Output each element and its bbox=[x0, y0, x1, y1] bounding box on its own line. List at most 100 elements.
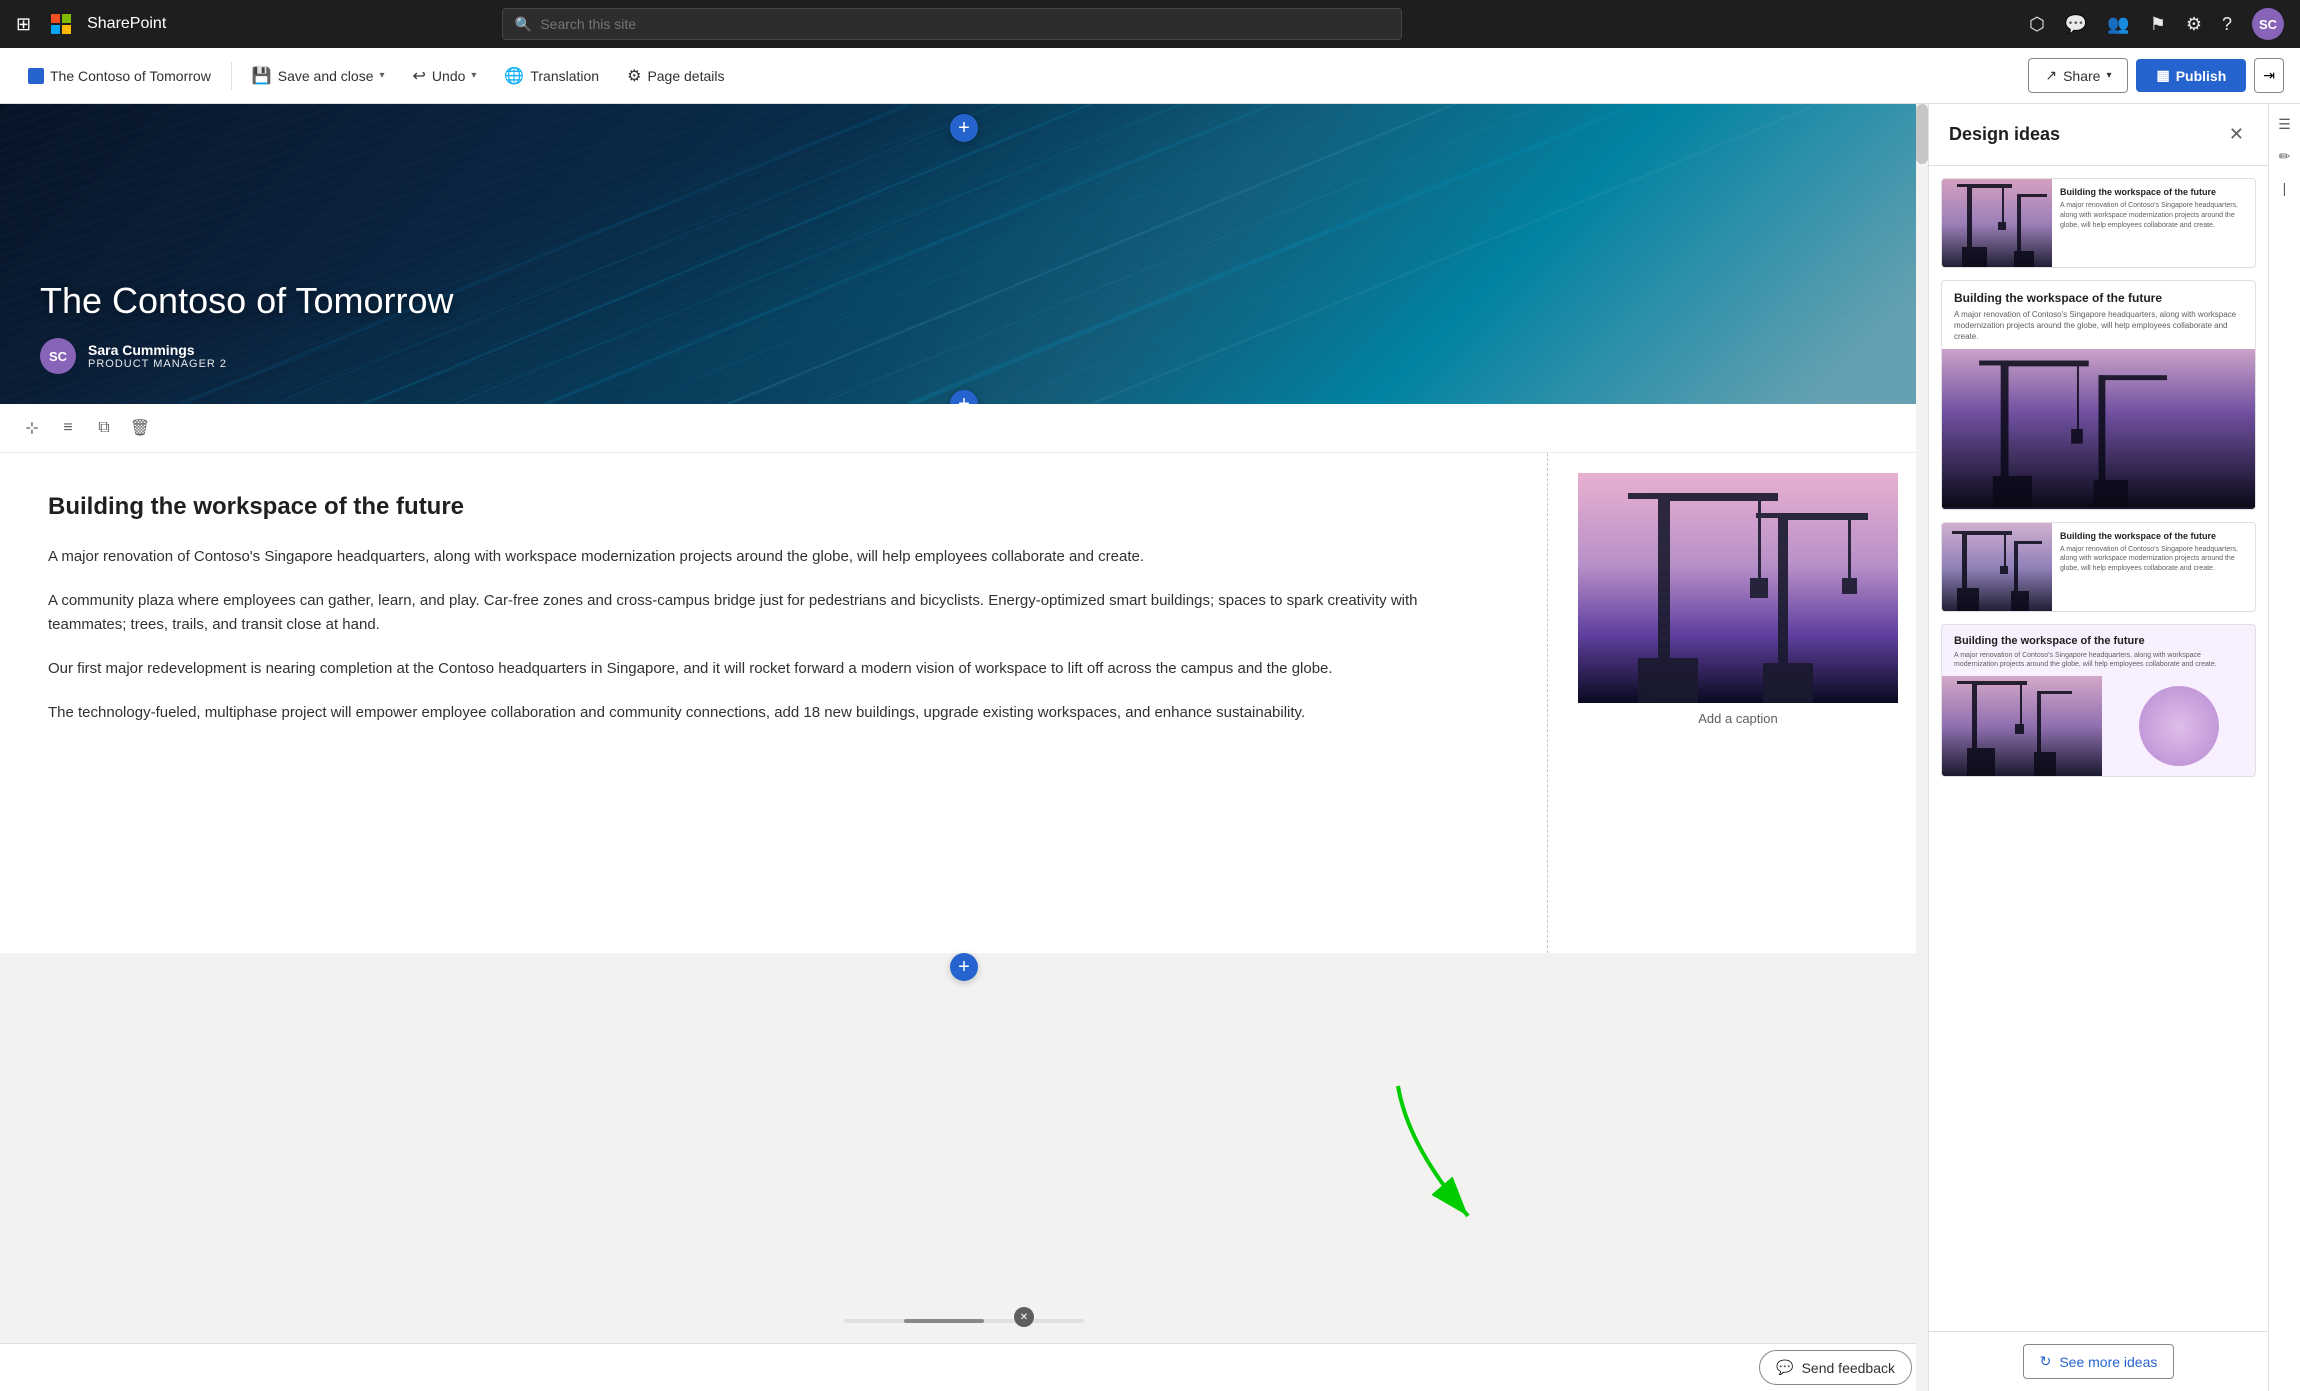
see-more-ideas-button[interactable]: ↻ See more ideas bbox=[2023, 1344, 2175, 1379]
design-idea-card-4[interactable]: Building the workspace of the future A m… bbox=[1941, 624, 2256, 778]
translation-icon: 🌐 bbox=[504, 66, 524, 86]
design-ideas-panel: Design ideas ✕ bbox=[1928, 104, 2268, 1391]
page-details-button[interactable]: ⚙ Page details bbox=[615, 60, 736, 92]
collapse-button[interactable]: ⇥ bbox=[2254, 58, 2284, 93]
sharepoint-brand: SharePoint bbox=[87, 15, 166, 33]
top-navigation: ⊞ SharePoint 🔍 ⬡ 💬 👥 ⚑ ⚙ ? SC bbox=[0, 0, 2300, 48]
toolbar-right: ↗ Share ▾ ▦ Publish ⇥ bbox=[2028, 58, 2284, 93]
content-paragraph-2: A community plaza where employees can ga… bbox=[48, 589, 1499, 637]
edit-tool-button[interactable]: ≡ bbox=[52, 412, 84, 444]
feedback-chat-icon: 💬 bbox=[1776, 1359, 1793, 1376]
design-panel-body[interactable]: Building the workspace of the future A m… bbox=[1929, 166, 2268, 1331]
design-idea-card-3[interactable]: Building the workspace of the future A m… bbox=[1941, 522, 2256, 612]
scroll-close-button[interactable]: ✕ bbox=[1014, 1307, 1034, 1327]
publish-grid-icon: ▦ bbox=[2156, 67, 2169, 84]
card4-bottom bbox=[1942, 676, 2255, 776]
strip-menu-icon[interactable]: ☰ bbox=[2273, 112, 2297, 136]
duplicate-tool-button[interactable]: ⧉ bbox=[88, 412, 120, 444]
card4-title: Building the workspace of the future bbox=[1954, 635, 2243, 647]
collapse-icon: ⇥ bbox=[2263, 67, 2275, 83]
main-area: + The Contoso of Tomorrow SC Sara Cummin… bbox=[0, 104, 2300, 1391]
nav-actions: ⬡ 💬 👥 ⚑ ⚙ ? SC bbox=[2029, 8, 2284, 40]
content-title: Building the workspace of the future bbox=[48, 493, 1499, 521]
content-paragraph-4: The technology-fueled, multiphase projec… bbox=[48, 701, 1499, 725]
share-caret: ▾ bbox=[2106, 70, 2111, 81]
design-idea-card-1[interactable]: Building the workspace of the future A m… bbox=[1941, 178, 2256, 268]
card1-image bbox=[1942, 179, 2052, 267]
card1-text: Building the workspace of the future A m… bbox=[2052, 179, 2255, 267]
page-editor[interactable]: + The Contoso of Tomorrow SC Sara Cummin… bbox=[0, 104, 1928, 1391]
search-input[interactable] bbox=[540, 16, 1389, 32]
strip-highlight-icon[interactable]: | bbox=[2273, 176, 2297, 200]
apps-grid-icon[interactable]: ⊞ bbox=[16, 14, 31, 35]
page-title-label: The Contoso of Tomorrow bbox=[50, 68, 211, 84]
scroll-thumb bbox=[904, 1319, 984, 1323]
share-people-icon[interactable]: 👥 bbox=[2107, 14, 2129, 35]
content-right: Add a caption bbox=[1548, 453, 1928, 953]
flag-icon[interactable]: ⚑ bbox=[2150, 14, 2166, 35]
feedback-icon[interactable]: 💬 bbox=[2065, 14, 2087, 35]
refresh-icon: ↻ bbox=[2040, 1353, 2052, 1370]
content-image bbox=[1578, 473, 1898, 703]
card3-body: A major renovation of Contoso's Singapor… bbox=[2060, 545, 2247, 574]
card1-title: Building the workspace of the future bbox=[2060, 187, 2247, 197]
card3-image bbox=[1942, 523, 2052, 611]
section-toolbar: ⊹ ≡ ⧉ 🗑 bbox=[0, 404, 1928, 453]
scroll-indicator bbox=[844, 1319, 1084, 1323]
design-panel-close-button[interactable]: ✕ bbox=[2225, 120, 2248, 149]
card2-image bbox=[1942, 349, 2255, 509]
card3-text: Building the workspace of the future A m… bbox=[2052, 523, 2255, 611]
save-icon: 💾 bbox=[252, 66, 272, 86]
settings-gear-icon[interactable]: ⚙ bbox=[2186, 14, 2202, 35]
microsoft-logo bbox=[51, 14, 71, 34]
publish-button[interactable]: ▦ Publish bbox=[2136, 59, 2246, 92]
card1-body: A major renovation of Contoso's Singapor… bbox=[2060, 201, 2247, 230]
strip-edit-icon[interactable]: ✏ bbox=[2273, 144, 2297, 168]
card2-title: Building the workspace of the future bbox=[1954, 291, 2243, 305]
save-close-button[interactable]: 💾 Save and close ▾ bbox=[240, 60, 397, 92]
hero-title: The Contoso of Tomorrow bbox=[40, 280, 454, 322]
card4-image bbox=[1942, 676, 2102, 776]
add-section-top-button[interactable]: + bbox=[950, 114, 978, 142]
card4-circle bbox=[2102, 676, 2255, 776]
content-paragraph-3: Our first major redevelopment is nearing… bbox=[48, 657, 1499, 681]
design-panel-footer: ↻ See more ideas bbox=[1929, 1331, 2268, 1391]
green-arrow-annotation bbox=[1348, 1066, 1548, 1271]
toolbar-divider-1 bbox=[231, 62, 232, 90]
scrollbar-track[interactable] bbox=[1916, 104, 1928, 1391]
hero-section: + The Contoso of Tomorrow SC Sara Cummin… bbox=[0, 104, 1928, 404]
help-icon[interactable]: ? bbox=[2222, 14, 2232, 35]
purple-circle-decoration bbox=[2139, 686, 2219, 766]
save-close-caret: ▾ bbox=[379, 70, 384, 81]
copilot-icon[interactable]: ⬡ bbox=[2029, 14, 2045, 35]
content-paragraph-1: A major renovation of Contoso's Singapor… bbox=[48, 545, 1499, 569]
content-left: Building the workspace of the future A m… bbox=[0, 453, 1548, 953]
author-role: PRODUCT MANAGER 2 bbox=[88, 358, 227, 370]
content-section: Building the workspace of the future A m… bbox=[0, 453, 1928, 953]
translation-label: Translation bbox=[530, 68, 599, 84]
page-title-item[interactable]: The Contoso of Tomorrow bbox=[16, 62, 223, 90]
publish-label: Publish bbox=[2176, 68, 2227, 84]
share-button[interactable]: ↗ Share ▾ bbox=[2028, 58, 2128, 93]
user-avatar[interactable]: SC bbox=[2252, 8, 2284, 40]
delete-tool-button[interactable]: 🗑 bbox=[124, 412, 156, 444]
translation-button[interactable]: 🌐 Translation bbox=[492, 60, 611, 92]
add-section-line bbox=[0, 967, 1928, 968]
save-close-label: Save and close bbox=[278, 68, 374, 84]
design-idea-card-2[interactable]: Building the workspace of the future A m… bbox=[1941, 280, 2256, 510]
page-details-label: Page details bbox=[647, 68, 724, 84]
card2-header: Building the workspace of the future A m… bbox=[1942, 281, 2255, 349]
move-tool-button[interactable]: ⊹ bbox=[16, 412, 48, 444]
image-caption[interactable]: Add a caption bbox=[1698, 711, 1778, 726]
card3-title: Building the workspace of the future bbox=[2060, 531, 2247, 541]
author-info: Sara Cummings PRODUCT MANAGER 2 bbox=[88, 342, 227, 370]
undo-button[interactable]: ↩ Undo ▾ bbox=[401, 60, 489, 92]
send-feedback-button[interactable]: 💬 Send feedback bbox=[1759, 1350, 1912, 1385]
content-body[interactable]: A major renovation of Contoso's Singapor… bbox=[48, 545, 1499, 725]
scrollbar-thumb[interactable] bbox=[1916, 104, 1928, 164]
search-bar[interactable]: 🔍 bbox=[502, 8, 1402, 40]
add-section-mid: + bbox=[0, 953, 1928, 981]
see-more-label: See more ideas bbox=[2059, 1354, 2157, 1370]
share-label: Share bbox=[2063, 68, 2100, 84]
undo-label: Undo bbox=[432, 68, 465, 84]
